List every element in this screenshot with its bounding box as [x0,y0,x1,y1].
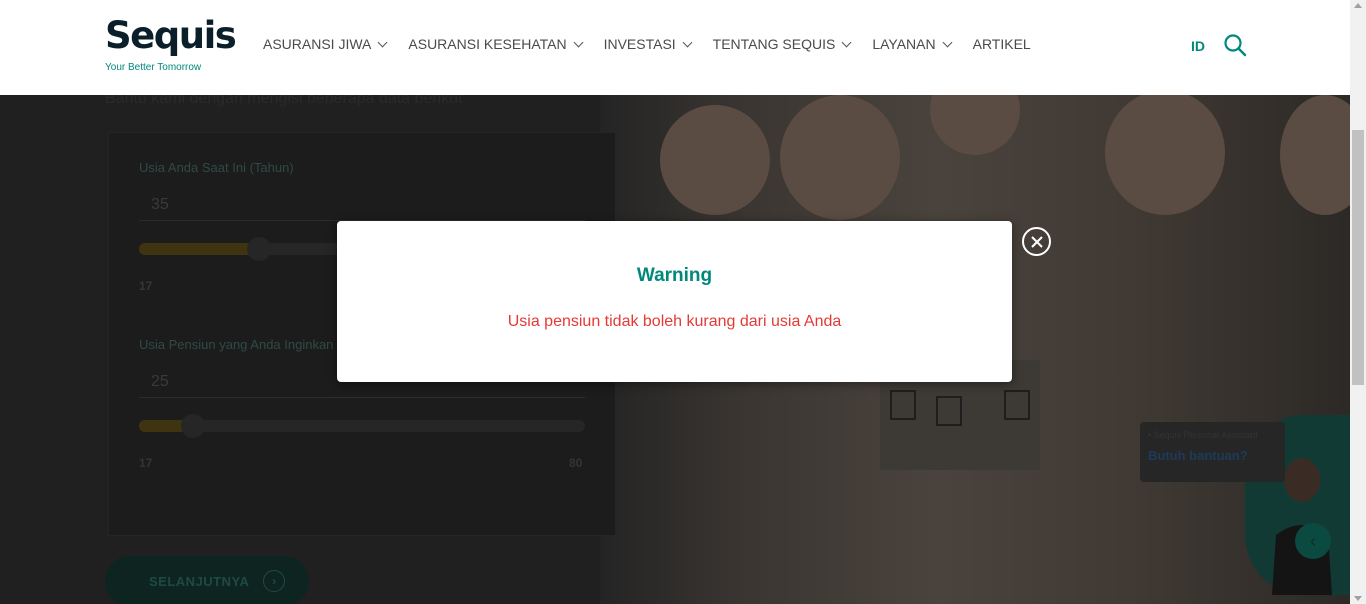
current-age-input[interactable]: 35 [151,196,169,214]
retirement-age-slider[interactable] [139,414,585,438]
retirement-age-min: 17 [139,456,153,470]
photo-face [780,95,900,220]
chevron-down-icon [377,37,388,47]
scroll-thumb[interactable] [1352,130,1364,385]
modal-message: Usia pensiun tidak boleh kurang dari usi… [507,313,842,330]
chevron-down-icon [682,37,693,47]
logo-wordmark: Sequis [105,14,237,57]
nav-investasi[interactable]: INVESTASI [603,36,693,52]
nav-asuransi-jiwa[interactable]: ASURANSI JIWA [263,36,388,52]
nav-layanan[interactable]: LAYANAN [872,36,953,52]
house-window [936,396,962,426]
search-icon[interactable] [1223,33,1247,57]
page-scrollbar[interactable] [1350,0,1366,604]
site-header: Sequis Your Better Tomorrow ASURANSI JIW… [0,0,1350,95]
nav-asuransi-kesehatan[interactable]: ASURANSI KESEHATAN [408,36,584,52]
nav-label: ASURANSI KESEHATAN [408,36,567,52]
house-window [1004,390,1030,420]
house-window [890,390,916,420]
current-age-min: 17 [139,279,153,293]
photo-face [930,95,1020,155]
assistant-card[interactable]: • Sequis Personal Assistant Butuh bantua… [1140,422,1285,482]
assistant-prompt: Butuh bantuan? [1148,448,1248,463]
photo-face [660,105,770,215]
next-button-label: SELANJUTNYA [149,573,250,589]
input-underline [139,397,585,398]
scroll-up-icon[interactable] [1354,3,1362,8]
chevron-down-icon [942,37,953,47]
close-icon[interactable] [1022,227,1051,256]
chevron-down-icon [841,37,852,47]
logo-tagline: Your Better Tomorrow [105,62,202,73]
slider-fill [139,243,259,255]
retirement-age-label: Usia Pensiun yang Anda Inginkan [139,337,334,352]
assistant-label: • Sequis Personal Assistant [1148,430,1258,440]
nav-label: LAYANAN [872,36,936,52]
next-button[interactable]: SELANJUTNYA › [105,556,309,604]
main-nav: ASURANSI JIWA ASURANSI KESEHATAN INVESTA… [263,36,1053,52]
modal-title: Warning [636,265,713,286]
form-intro: Bantu kami dengan mengisi beberapa data … [105,95,463,107]
chevron-left-icon[interactable]: ‹ [1295,523,1331,559]
scroll-down-icon[interactable] [1354,596,1362,601]
current-age-label: Usia Anda Saat Ini (Tahun) [139,160,294,175]
nav-label: INVESTASI [603,36,676,52]
nav-label: TENTANG SEQUIS [712,36,836,52]
nav-label: ARTIKEL [972,36,1031,52]
language-switch[interactable]: ID [1191,38,1205,54]
warning-modal: Warning Usia pensiun tidak boleh kurang … [337,221,1012,382]
chevron-down-icon [573,37,584,47]
nav-artikel[interactable]: ARTIKEL [973,36,1031,52]
arrow-right-icon: › [263,570,286,592]
retirement-age-input[interactable]: 25 [151,373,169,391]
nav-label: ASURANSI JIWA [263,36,372,52]
retirement-age-max: 80 [569,456,583,470]
nav-tentang-sequis[interactable]: TENTANG SEQUIS [712,36,852,52]
slider-handle[interactable] [181,414,205,438]
sequis-logo[interactable]: Sequis Your Better Tomorrow [105,14,237,74]
close-x-glyph [1030,235,1043,248]
slider-handle[interactable] [247,237,271,261]
photo-face [1280,95,1350,215]
photo-face [1105,95,1225,215]
